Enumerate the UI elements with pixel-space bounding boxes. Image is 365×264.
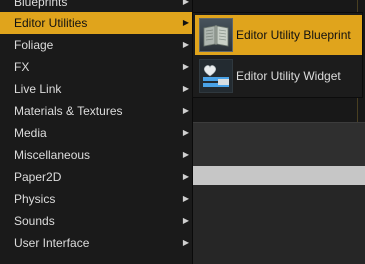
menu-item-label: Editor Utilities xyxy=(14,16,88,30)
submenu-arrow-icon: ▶ xyxy=(182,128,189,137)
submenu-arrow-icon: ▶ xyxy=(182,40,189,49)
menu-item-label: User Interface xyxy=(14,236,90,250)
submenu-item-editor-utility-widget[interactable]: Editor Utility Widget xyxy=(195,56,362,96)
submenu-arrow-icon: ▶ xyxy=(182,18,189,27)
submenu-arrow-icon: ▶ xyxy=(182,62,189,71)
editor-utilities-submenu: Editor Utility Blueprint Editor Utility … xyxy=(192,12,363,98)
submenu-arrow-icon: ▶ xyxy=(182,216,189,225)
asset-category-menu: Blueprints ▶ Editor Utilities ▶ Foliage … xyxy=(0,0,193,264)
menu-item-live-link[interactable]: Live Link ▶ xyxy=(0,78,192,100)
menu-item-label: Sounds xyxy=(14,214,55,228)
menu-item-label: Foliage xyxy=(14,38,54,52)
menu-item-physics[interactable]: Physics ▶ xyxy=(0,188,192,210)
search-bar-strip xyxy=(192,166,365,185)
blueprint-book-icon xyxy=(199,18,233,52)
menu-item-paper2d[interactable]: Paper2D ▶ xyxy=(0,166,192,188)
menu-item-media[interactable]: Media ▶ xyxy=(0,122,192,144)
submenu-arrow-icon: ▶ xyxy=(182,106,189,115)
menu-item-label: FX xyxy=(14,60,30,74)
submenu-arrow-icon: ▶ xyxy=(182,238,189,247)
widget-heart-icon xyxy=(199,59,233,93)
menu-item-label: Paper2D xyxy=(14,170,62,184)
menu-item-materials-textures[interactable]: Materials & Textures ▶ xyxy=(0,100,192,122)
menu-item-label: Media xyxy=(14,126,47,140)
menu-item-miscellaneous[interactable]: Miscellaneous ▶ xyxy=(0,144,192,166)
editor-background: Blueprints ▶ Editor Utilities ▶ Foliage … xyxy=(0,0,365,264)
menu-item-fx[interactable]: FX ▶ xyxy=(0,56,192,78)
content-area xyxy=(192,185,365,264)
submenu-arrow-icon: ▶ xyxy=(182,194,189,203)
menu-item-foliage[interactable]: Foliage ▶ xyxy=(0,34,192,56)
menu-item-label: Live Link xyxy=(14,82,62,96)
menu-item-label: Materials & Textures xyxy=(14,104,123,118)
menu-item-sounds[interactable]: Sounds ▶ xyxy=(0,210,192,232)
menu-item-editor-utilities[interactable]: Editor Utilities ▶ xyxy=(0,12,192,34)
menu-item-label: Physics xyxy=(14,192,56,206)
toolbar-band xyxy=(192,122,365,167)
submenu-item-label: Editor Utility Widget xyxy=(236,69,341,83)
submenu-item-editor-utility-blueprint[interactable]: Editor Utility Blueprint xyxy=(195,15,362,55)
submenu-arrow-icon: ▶ xyxy=(182,150,189,159)
submenu-arrow-icon: ▶ xyxy=(182,84,189,93)
submenu-item-label: Editor Utility Blueprint xyxy=(236,28,351,42)
submenu-arrow-icon: ▶ xyxy=(182,172,189,181)
menu-item-label: Miscellaneous xyxy=(14,148,91,162)
menu-item-user-interface[interactable]: User Interface ▶ xyxy=(0,232,192,254)
